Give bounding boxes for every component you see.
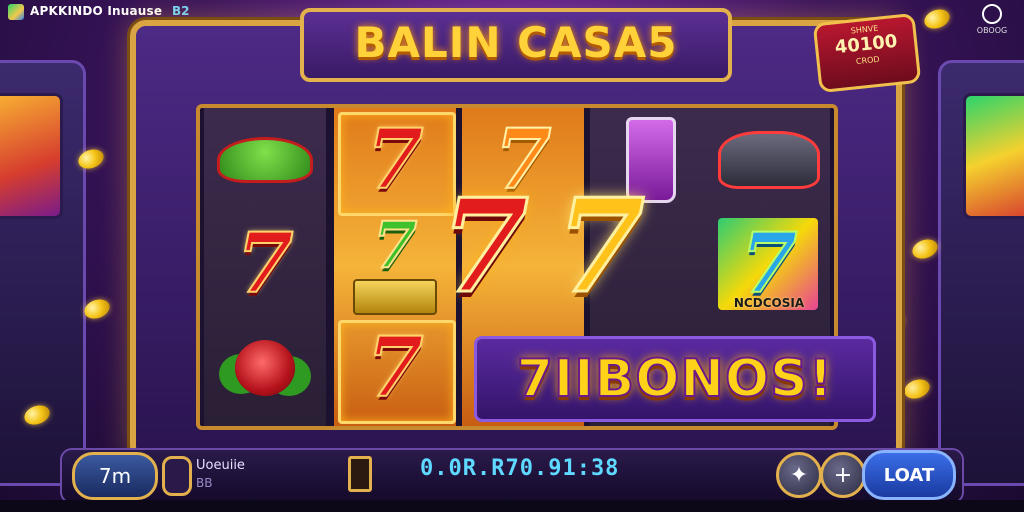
big-seven-red: 7 — [438, 172, 530, 322]
jackpot-badge: SHNVE 40100 CROD — [812, 12, 922, 94]
load-label: LOAT — [883, 464, 935, 486]
gold-bar-icon — [353, 279, 437, 315]
user-icon[interactable] — [162, 456, 192, 496]
bet-button[interactable]: 7m — [72, 452, 158, 500]
bet-value: 7m — [98, 464, 132, 488]
settings-icon — [982, 4, 1002, 24]
tile-label: NCDCOSIA — [733, 296, 805, 310]
title-plate: BALIN CASA5 — [300, 8, 732, 82]
bonus-text: 7IIBONOS! — [516, 348, 834, 410]
seven-symbol: 7 — [334, 212, 456, 316]
seven-symbol: 7 — [334, 316, 456, 420]
bonus-banner: 7IIBONOS! — [474, 336, 876, 422]
user-label: Uoeuiie — [196, 458, 245, 473]
big-seven-gold: 7 — [554, 172, 646, 322]
coin-icon — [901, 376, 933, 402]
seven-symbol: 7 — [334, 108, 456, 212]
rose-symbol — [204, 316, 326, 420]
seven-tile-symbol: 7 NCDCOSIA — [708, 212, 830, 316]
seven-icon: 7 — [365, 111, 424, 209]
rose-icon — [235, 340, 295, 396]
seven-icon: 7 — [372, 208, 419, 283]
left-machine-screen — [0, 93, 63, 219]
settings-button[interactable]: OBOOG — [972, 4, 1012, 35]
app-icon — [8, 4, 24, 20]
car-icon — [718, 131, 820, 189]
car-symbol — [708, 108, 830, 212]
coin-icon — [81, 296, 113, 322]
seven-icon: 7 — [235, 215, 294, 313]
hat-symbol — [204, 108, 326, 212]
plus-icon: + — [833, 462, 853, 488]
reel-1: 7 — [204, 108, 326, 426]
big-sevens: 7 7 — [438, 172, 680, 322]
coin-icon — [909, 236, 941, 262]
load-button[interactable]: LOAT — [862, 450, 956, 500]
star-icon: ✦ — [789, 462, 809, 488]
reel-2: 7 7 7 — [334, 108, 456, 426]
settings-label: OBOOG — [976, 26, 1008, 35]
plus-button[interactable]: + — [820, 452, 866, 498]
credit-display: 0.0R.R70.91:38 — [420, 456, 620, 481]
hat-icon — [217, 137, 313, 183]
spin-button[interactable]: ✦ — [776, 452, 822, 498]
user-sub: BB — [196, 476, 213, 490]
seven-symbol: 7 — [204, 212, 326, 316]
app-title: APKKINDO Inuause — [30, 4, 163, 18]
right-slot-machine — [938, 60, 1024, 486]
game-title: BALIN CASA5 — [354, 18, 678, 67]
battery-icon — [348, 456, 372, 492]
right-machine-screen — [963, 93, 1024, 219]
seven-icon: 7 — [365, 319, 424, 417]
navigation-bar — [0, 500, 1024, 512]
app-badge: B2 — [172, 4, 190, 18]
